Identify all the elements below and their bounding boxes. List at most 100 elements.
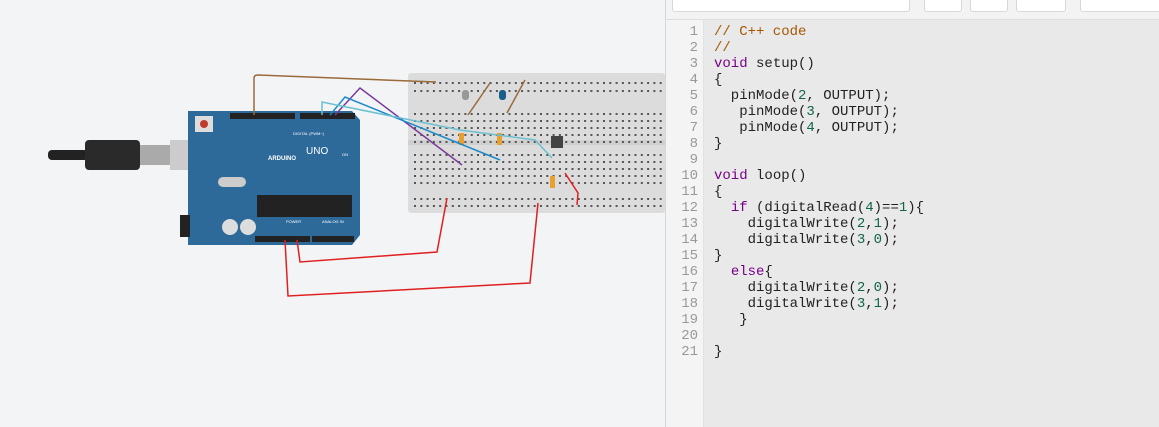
- code-line[interactable]: void setup(): [714, 56, 924, 72]
- code-token: , OUTPUT);: [806, 88, 891, 104]
- code-token: );: [882, 216, 899, 232]
- mode-dropdown[interactable]: [672, 0, 910, 12]
- led-blue: [499, 90, 506, 100]
- code-token: pinMode(: [714, 104, 807, 120]
- line-number: 8: [689, 136, 698, 152]
- code-token: setup(): [747, 56, 815, 72]
- code-line[interactable]: {: [714, 72, 924, 88]
- code-token: }: [714, 344, 723, 360]
- code-token: 2: [856, 216, 866, 232]
- code-line[interactable]: void loop(): [714, 168, 924, 184]
- code-line[interactable]: digitalWrite(3,1);: [714, 296, 924, 312]
- download-button[interactable]: [924, 0, 962, 12]
- code-token: //: [714, 40, 731, 56]
- code-line[interactable]: [714, 152, 924, 168]
- code-token: 3: [856, 232, 866, 248]
- code-line[interactable]: if (digitalRead(4)==1){: [714, 200, 924, 216]
- code-line[interactable]: }: [714, 248, 924, 264]
- line-number: 18: [681, 296, 698, 312]
- code-token: 4: [865, 200, 874, 216]
- code-token: 3: [856, 296, 866, 312]
- pushbutton: [551, 136, 563, 148]
- code-token: ,: [865, 296, 874, 312]
- led-grey: [462, 90, 469, 100]
- code-line[interactable]: // C++ code: [714, 24, 924, 40]
- code-token: loop(): [747, 168, 807, 184]
- code-token: );: [882, 232, 899, 248]
- code-token: , OUTPUT);: [814, 104, 899, 120]
- font-size-button[interactable]: [1016, 0, 1066, 12]
- line-number: 4: [689, 72, 698, 88]
- code-token: ){: [907, 200, 925, 216]
- code-line[interactable]: }: [714, 312, 924, 328]
- code-token: pinMode(: [714, 88, 799, 104]
- line-number: 21: [681, 344, 698, 360]
- code-token: pinMode(: [714, 120, 807, 136]
- code-token: if: [730, 200, 748, 216]
- code-token: }: [714, 312, 748, 328]
- code-token: );: [882, 296, 899, 312]
- board-logo: ARDUINO: [268, 156, 296, 162]
- code-token: else: [730, 264, 765, 280]
- line-number: 7: [689, 120, 698, 136]
- code-token: 0: [873, 232, 883, 248]
- line-number: 20: [681, 328, 698, 344]
- libraries-button[interactable]: [1080, 0, 1159, 12]
- code-line[interactable]: digitalWrite(2,0);: [714, 280, 924, 296]
- usb-cable: [48, 140, 192, 170]
- code-token: (digitalRead(: [747, 200, 866, 216]
- arduino-uno-board: ARDUINO UNO DIGITAL (PWM~) POWER ANALOG …: [180, 111, 360, 245]
- code-line[interactable]: }: [714, 344, 924, 360]
- code-token: void: [714, 168, 748, 184]
- code-token: digitalWrite(: [714, 232, 857, 248]
- code-text[interactable]: // C++ code//void setup(){ pinMode(2, OU…: [714, 24, 924, 360]
- code-token: void: [714, 56, 748, 72]
- on-label: ON: [342, 152, 348, 157]
- code-line[interactable]: pinMode(4, OUTPUT);: [714, 120, 924, 136]
- code-line[interactable]: pinMode(3, OUTPUT);: [714, 104, 924, 120]
- code-line[interactable]: {: [714, 184, 924, 200]
- code-line[interactable]: digitalWrite(2,1);: [714, 216, 924, 232]
- line-number: 14: [681, 232, 698, 248]
- board-model: UNO: [306, 146, 328, 157]
- code-line[interactable]: [714, 328, 924, 344]
- editor-toolbar: [666, 0, 1159, 20]
- code-token: ,: [865, 216, 874, 232]
- code-line[interactable]: digitalWrite(3,0);: [714, 232, 924, 248]
- code-token: 2: [856, 280, 866, 296]
- upload-button[interactable]: [970, 0, 1008, 12]
- code-line[interactable]: }: [714, 136, 924, 152]
- code-token: 1: [873, 296, 883, 312]
- line-number: 3: [689, 56, 698, 72]
- power-label: POWER: [286, 219, 301, 224]
- code-token: {: [714, 72, 723, 88]
- line-number: 19: [681, 312, 698, 328]
- digital-label: DIGITAL (PWM~): [293, 131, 325, 136]
- code-editor-panel: 1 2 3 4 5 6 7 8 9 10 11 12 13 14 15 16 17 18 19 20 21 // C++…: [665, 0, 1159, 427]
- code-line[interactable]: pinMode(2, OUTPUT);: [714, 88, 924, 104]
- line-number: 16: [681, 264, 698, 280]
- breadboard: [408, 73, 665, 213]
- line-number: 2: [689, 40, 698, 56]
- code-token: digitalWrite(: [714, 280, 857, 296]
- code-token: digitalWrite(: [714, 216, 857, 232]
- code-token: {: [714, 184, 723, 200]
- code-token: }: [714, 136, 723, 152]
- code-line[interactable]: else{: [714, 264, 924, 280]
- circuit-canvas[interactable]: ARDUINO UNO DIGITAL (PWM~) POWER ANALOG …: [0, 0, 665, 427]
- code-token: 4: [806, 120, 815, 136]
- line-number: 12: [681, 200, 698, 216]
- code-token: digitalWrite(: [714, 296, 857, 312]
- code-token: 0: [873, 280, 883, 296]
- line-number: 13: [681, 216, 698, 232]
- line-number: 15: [681, 248, 698, 264]
- code-token: {: [764, 264, 773, 280]
- line-number: 10: [681, 168, 698, 184]
- code-line[interactable]: //: [714, 40, 924, 56]
- code-token: ,: [865, 232, 874, 248]
- code-token: 1: [873, 216, 883, 232]
- code-token: 3: [806, 104, 815, 120]
- code-token: ,: [865, 280, 874, 296]
